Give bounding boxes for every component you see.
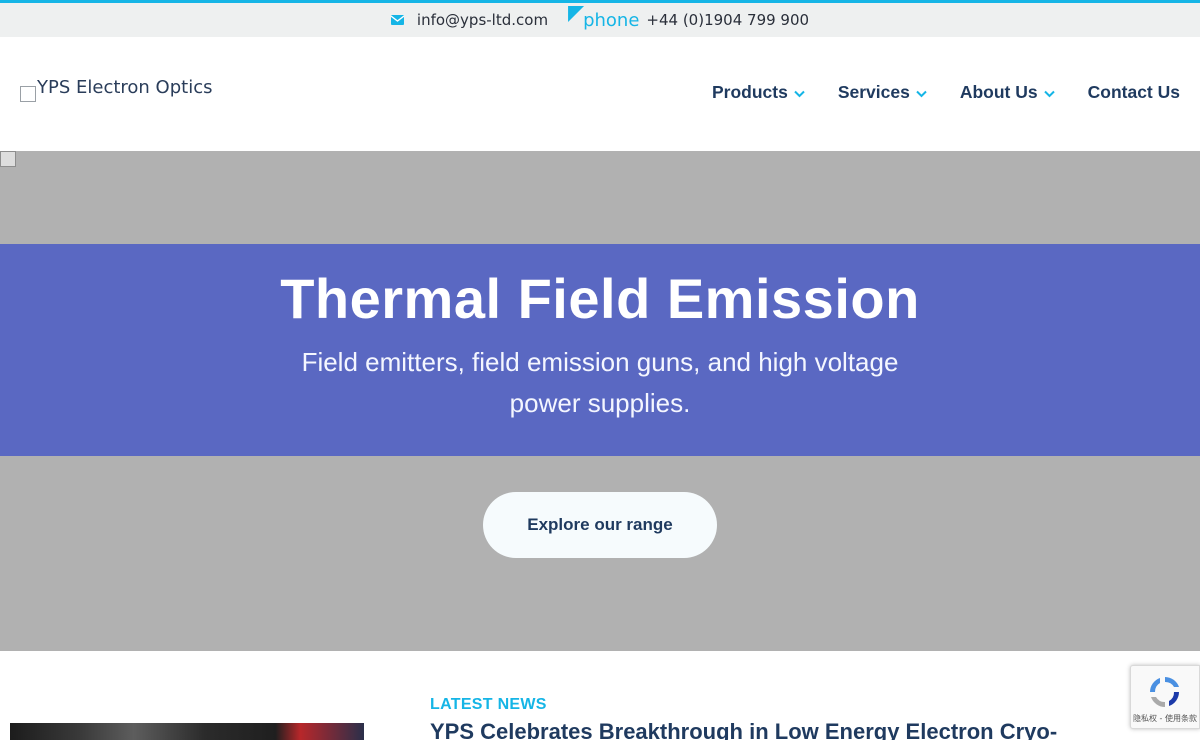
top-info-bar: info@yps-ltd.com phone +44 (0)1904 799 9… xyxy=(0,0,1200,37)
hero-band: Thermal Field Emission Field emitters, f… xyxy=(0,244,1200,456)
phone-icon: phone xyxy=(568,6,640,33)
chevron-down-icon xyxy=(1043,82,1055,103)
nav-products[interactable]: Products xyxy=(712,82,805,103)
mail-icon xyxy=(390,15,404,25)
nav-services-label: Services xyxy=(837,82,910,102)
phone-icon-alt: phone xyxy=(583,10,640,31)
recaptcha-badge[interactable]: 隐私权 - 使用条款 xyxy=(1130,665,1200,729)
recaptcha-icon xyxy=(1146,673,1184,711)
email-link[interactable]: info@yps-ltd.com xyxy=(417,11,548,29)
broken-image-icon xyxy=(20,86,36,102)
phone-contact[interactable]: phone +44 (0)1904 799 900 xyxy=(568,6,809,33)
nav-contact-us-label: Contact Us xyxy=(1087,82,1180,102)
chevron-down-icon xyxy=(916,82,927,103)
news-label: LATEST NEWS xyxy=(430,696,547,713)
chevron-down-icon xyxy=(794,82,805,103)
news-title-link[interactable]: YPS Celebrates Breakthrough in Low Energ… xyxy=(430,719,1057,740)
hero-title: Thermal Field Emission xyxy=(280,267,920,330)
site-header: YPS Electron Optics Products Services Ab… xyxy=(0,37,1200,151)
recaptcha-terms[interactable]: 隐私权 - 使用条款 xyxy=(1131,713,1199,724)
logo-alt-text: YPS Electron Optics xyxy=(37,77,213,98)
nav-contact-us[interactable]: Contact Us xyxy=(1088,82,1180,103)
site-logo[interactable]: YPS Electron Optics xyxy=(20,77,212,102)
news-image[interactable] xyxy=(10,723,364,740)
nav-about-us[interactable]: About Us xyxy=(960,82,1055,103)
news-section: LATEST NEWS YPS Celebrates Breakthrough … xyxy=(0,651,1200,740)
email-contact[interactable]: info@yps-ltd.com xyxy=(390,11,568,29)
nav-services[interactable]: Services xyxy=(838,82,927,103)
broken-image-icon xyxy=(568,6,585,22)
hero-subtitle: Field emitters, field emission guns, and… xyxy=(301,347,899,418)
main-nav: Products Services About Us Contact Us xyxy=(712,82,1180,103)
broken-image-icon xyxy=(0,151,16,167)
hero-section: Thermal Field Emission Field emitters, f… xyxy=(0,151,1200,651)
explore-range-button[interactable]: Explore our range xyxy=(483,492,717,558)
nav-products-label: Products xyxy=(711,82,788,102)
nav-about-us-label: About Us xyxy=(959,82,1038,102)
phone-number[interactable]: +44 (0)1904 799 900 xyxy=(646,11,809,29)
